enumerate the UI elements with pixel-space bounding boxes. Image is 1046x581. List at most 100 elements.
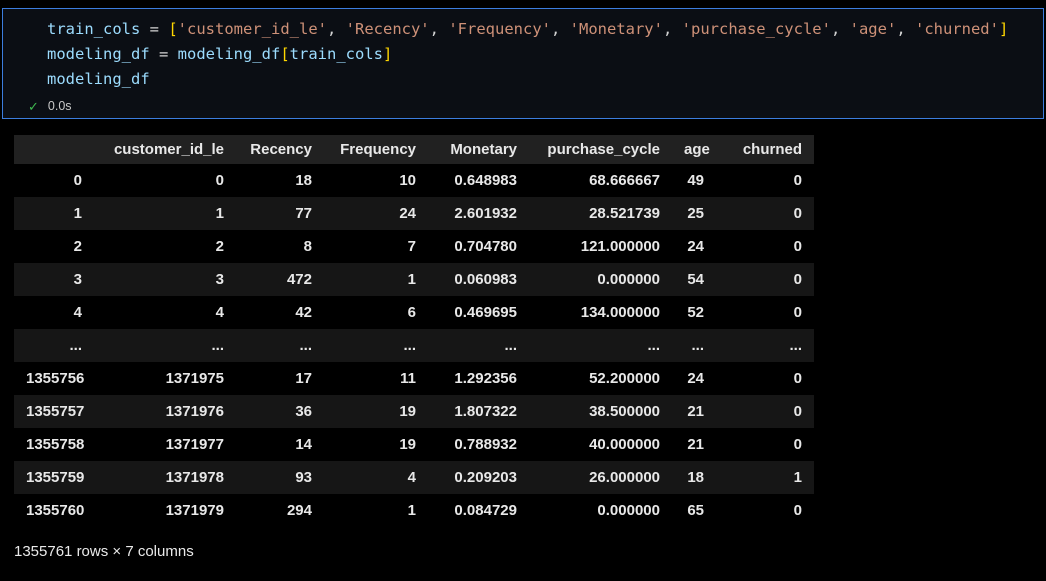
cell-value: 0: [793, 304, 802, 321]
cell-value: 1: [215, 205, 224, 222]
cell-value: 18: [295, 172, 312, 189]
row-index: 1: [73, 205, 82, 222]
cell-value: 1.292356: [454, 370, 517, 387]
cell-value: 121.000000: [580, 238, 660, 255]
cell-value: ...: [691, 337, 704, 354]
table-row: 3 3 472 1 0.060983 0.000000 54 0: [14, 263, 814, 296]
code-line[interactable]: modeling_df = modeling_df[train_cols]: [47, 42, 1043, 67]
cell-value: 26.000000: [589, 469, 660, 486]
cell-value: 24: [687, 370, 704, 387]
code-editor[interactable]: train_cols = ['customer_id_le', 'Recency…: [3, 17, 1043, 92]
table-row: 4 4 42 6 0.469695 134.000000 52 0: [14, 296, 814, 329]
code-token: train_cols: [289, 45, 383, 63]
cell-value: 0: [793, 403, 802, 420]
code-token: train_cols: [47, 20, 141, 38]
cell-value: 0: [793, 502, 802, 519]
cell-value: 77: [295, 205, 312, 222]
dataframe-shape: 1355761 rows × 7 columns: [14, 543, 194, 560]
code-token: 'Monetary': [569, 20, 663, 38]
row-index: 1355756: [26, 370, 85, 387]
code-token: ,: [662, 20, 682, 38]
code-token: ,: [550, 20, 570, 38]
cell-value: ...: [504, 337, 517, 354]
row-index: 1355760: [26, 502, 85, 519]
cell-value: 0: [793, 436, 802, 453]
cell-value: 21: [687, 403, 704, 420]
cell-value: 19: [399, 436, 416, 453]
cell-value: ...: [647, 337, 660, 354]
code-token: ]: [382, 45, 393, 63]
dataframe-table: customer_id_le Recency Frequency Monetary pu…: [14, 135, 814, 527]
code-cell[interactable]: train_cols = ['customer_id_le', 'Recency…: [2, 8, 1044, 119]
code-line[interactable]: train_cols = ['customer_id_le', 'Recency…: [47, 17, 1043, 42]
cell-value: 1371978: [165, 469, 224, 486]
table-row: 1355760 1371979 294 1 0.084729 0.000000 65 0: [14, 494, 814, 527]
cell-value: 36: [295, 403, 312, 420]
row-index: 0: [73, 172, 82, 189]
cell-value: 134.000000: [580, 304, 660, 321]
cell-value: 1.807322: [454, 403, 517, 420]
cell-value: 54: [687, 271, 704, 288]
cell-value: 1371975: [165, 370, 224, 387]
code-token: =: [149, 45, 178, 63]
cell-value: 21: [687, 436, 704, 453]
code-token: ]: [998, 20, 1009, 38]
column-header: age: [684, 141, 710, 158]
table-header-row: customer_id_le Recency Frequency Monetary pu…: [14, 135, 814, 164]
code-token: ,: [326, 20, 346, 38]
cell-value: 4: [407, 469, 416, 486]
cell-value: 0.084729: [454, 502, 517, 519]
table-row: 0 0 18 10 0.648983 68.666667 49 0: [14, 164, 814, 197]
cell-value: 0: [793, 370, 802, 387]
column-header: churned: [742, 141, 802, 158]
table-row: 1355758 1371977 14 19 0.788932 40.000000 21 0: [14, 428, 814, 461]
cell-value: 0: [215, 172, 224, 189]
cell-value: 38.500000: [589, 403, 660, 420]
cell-value: 52: [687, 304, 704, 321]
code-token: modeling_df: [47, 70, 150, 88]
notebook-root: train_cols = ['customer_id_le', 'Recency…: [0, 8, 1046, 560]
cell-value: 1371976: [165, 403, 224, 420]
cell-value: ...: [403, 337, 416, 354]
cell-value: 19: [399, 403, 416, 420]
cell-value: 294: [286, 502, 312, 519]
cell-value: 42: [295, 304, 312, 321]
cell-value: 24: [687, 238, 704, 255]
cell-value: 68.666667: [589, 172, 660, 189]
column-header: customer_id_le: [113, 141, 224, 158]
cell-value: 2.601932: [454, 205, 517, 222]
cell-value: 65: [687, 502, 704, 519]
cell-value: ...: [211, 337, 224, 354]
code-token: modeling_df: [177, 45, 281, 63]
column-header: Monetary: [450, 141, 517, 158]
row-index: ...: [69, 337, 82, 354]
row-index: 4: [73, 304, 82, 321]
cell-value: 52.200000: [589, 370, 660, 387]
column-header: Frequency: [340, 141, 416, 158]
cell-value: 17: [295, 370, 312, 387]
row-index: 1355757: [26, 403, 85, 420]
cell-value: 93: [295, 469, 312, 486]
cell-value: 0.060983: [454, 271, 517, 288]
code-token: 'age': [849, 20, 897, 38]
row-index: 2: [73, 238, 82, 255]
execution-status: ✓ 0.0s: [3, 92, 1043, 115]
cell-value: 0.000000: [597, 502, 660, 519]
code-token: modeling_df: [47, 45, 150, 63]
cell-value: 1: [407, 271, 416, 288]
table-row: 1355757 1371976 36 19 1.807322 38.500000 21 0: [14, 395, 814, 428]
cell-value: 0: [793, 172, 802, 189]
table-row: 1355756 1371975 17 11 1.292356 52.200000 24 0: [14, 362, 814, 395]
code-token: 'Recency': [345, 20, 430, 38]
row-index: 1355759: [26, 469, 85, 486]
code-token: [: [168, 20, 178, 38]
cell-value: 1371979: [165, 502, 224, 519]
cell-value: 0: [793, 271, 802, 288]
cell-output: customer_id_le Recency Frequency Monetary pu…: [0, 119, 1046, 560]
table-row: 2 2 8 7 0.704780 121.000000 24 0: [14, 230, 814, 263]
cell-value: 49: [687, 172, 704, 189]
column-header: purchase_cycle: [547, 141, 660, 158]
row-index: 1355758: [26, 436, 85, 453]
code-line[interactable]: modeling_df: [47, 67, 1043, 92]
table-row: 1355759 1371978 93 4 0.209203 26.000000 18 1: [14, 461, 814, 494]
